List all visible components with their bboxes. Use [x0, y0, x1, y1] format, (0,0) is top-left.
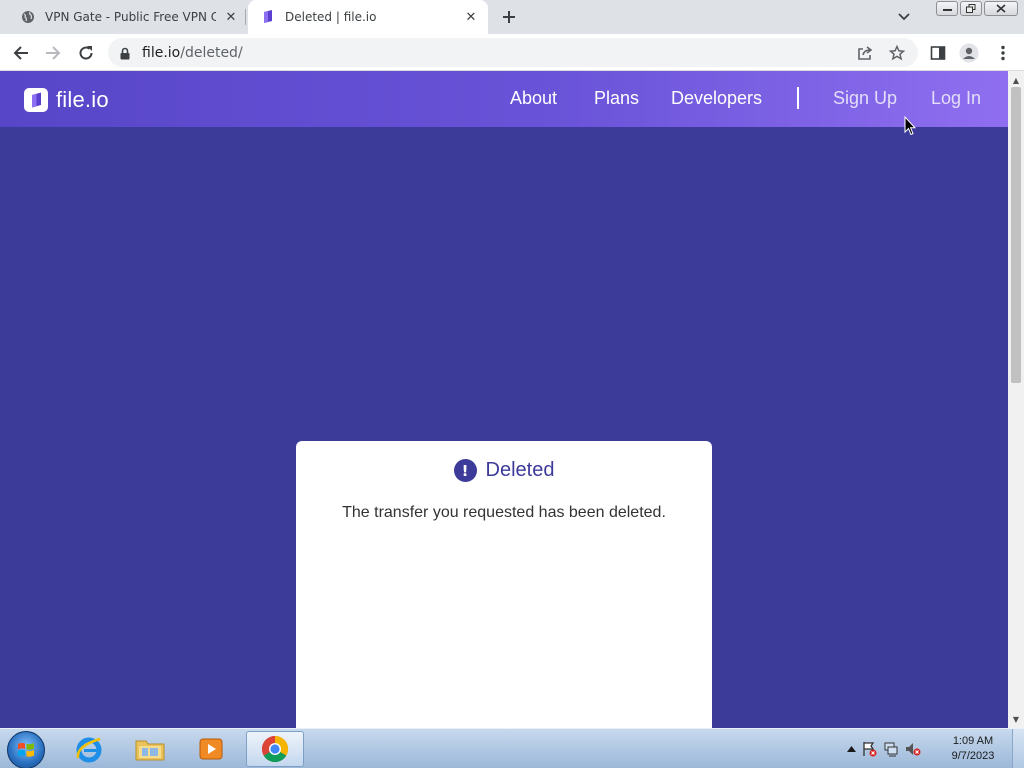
share-icon[interactable] — [856, 44, 874, 62]
close-tab-icon[interactable]: ✕ — [222, 8, 240, 26]
tab-fileio[interactable]: Deleted | file.io ✕ — [248, 0, 488, 34]
scroll-up-arrow-icon[interactable]: ▲ — [1008, 73, 1024, 87]
browser-toolbar: file.io/deleted/ — [0, 34, 1024, 71]
taskbar-media-player[interactable] — [182, 731, 240, 767]
window-controls — [936, 1, 1018, 16]
reload-icon[interactable] — [74, 41, 98, 65]
exclamation-alert-icon: ! — [453, 459, 477, 482]
action-center-flag-icon[interactable] — [858, 741, 880, 757]
url-text: file.io/deleted/ — [142, 45, 243, 61]
fileio-logo-icon — [24, 88, 48, 112]
tab-title: Deleted | file.io — [285, 10, 377, 24]
page-scrollbar[interactable]: ▲ ▼ — [1008, 71, 1024, 728]
tab-title: VPN Gate - Public Free VPN Clou — [45, 10, 216, 24]
logo-text: file.io — [56, 87, 109, 112]
nav-plans-link[interactable]: Plans — [594, 88, 639, 109]
lock-icon[interactable] — [120, 45, 130, 64]
nav-signup-link[interactable]: Sign Up — [833, 88, 897, 109]
chrome-icon — [261, 735, 289, 763]
card-message: The transfer you requested has been dele… — [342, 504, 666, 521]
url-path: /deleted/ — [180, 45, 243, 61]
tab-search-chevron-icon[interactable] — [894, 8, 914, 26]
page-viewport: file.io About Plans Developers Sign Up L… — [0, 71, 1008, 728]
close-window-button[interactable] — [984, 1, 1018, 16]
show-hidden-icons-chevron-icon[interactable] — [844, 746, 858, 752]
tab-separator — [245, 9, 246, 25]
start-button[interactable] — [7, 731, 45, 768]
globe-icon — [20, 9, 36, 25]
back-arrow-icon[interactable] — [9, 41, 33, 65]
profile-avatar-icon[interactable] — [957, 41, 981, 65]
clock-date: 9/7/2023 — [951, 750, 995, 762]
volume-muted-icon[interactable] — [902, 741, 924, 757]
deleted-card: ! Deleted The transfer you requested has… — [296, 441, 712, 728]
taskbar-file-explorer[interactable] — [121, 731, 179, 767]
scroll-thumb[interactable] — [1011, 87, 1021, 383]
site-header: file.io About Plans Developers Sign Up L… — [0, 71, 1008, 127]
taskbar-chrome[interactable] — [246, 731, 304, 767]
fileio-favicon-icon — [260, 9, 276, 25]
nav-login-link[interactable]: Log In — [931, 88, 981, 109]
folder-icon — [135, 740, 165, 761]
restore-button[interactable] — [960, 1, 982, 16]
tab-vpngate[interactable]: VPN Gate - Public Free VPN Clou ✕ — [12, 0, 244, 34]
minimize-button[interactable] — [936, 1, 958, 16]
bookmark-star-icon[interactable] — [888, 44, 906, 62]
clock-time: 1:09 AM — [952, 735, 994, 747]
new-tab-button[interactable] — [498, 6, 520, 28]
scroll-down-arrow-icon[interactable]: ▼ — [1008, 712, 1024, 726]
site-logo[interactable]: file.io — [24, 87, 109, 113]
system-tray — [844, 729, 924, 768]
mouse-pointer-icon — [904, 115, 917, 140]
taskbar: 1:09 AM 9/7/2023 — [0, 728, 1024, 768]
close-tab-icon[interactable]: ✕ — [462, 8, 480, 26]
taskbar-internet-explorer[interactable] — [60, 731, 118, 767]
card-header: ! Deleted — [296, 459, 712, 482]
show-desktop-button[interactable] — [1012, 729, 1024, 768]
url-host: file.io — [142, 45, 181, 61]
taskbar-clock[interactable]: 1:09 AM 9/7/2023 — [944, 734, 1002, 764]
nav-developers-link[interactable]: Developers — [671, 88, 762, 109]
forward-arrow-icon[interactable] — [41, 41, 65, 65]
network-icon[interactable] — [880, 741, 902, 757]
windows-logo-icon — [18, 742, 34, 757]
side-panel-icon[interactable] — [926, 41, 950, 65]
address-bar[interactable]: file.io/deleted/ — [108, 38, 918, 67]
nav-divider — [797, 87, 799, 109]
tab-strip: VPN Gate - Public Free VPN Clou ✕ Delete… — [0, 0, 1024, 34]
internet-explorer-icon — [76, 737, 102, 763]
menu-kebab-icon[interactable] — [991, 41, 1015, 65]
media-player-icon — [199, 738, 223, 760]
nav-about-link[interactable]: About — [510, 88, 557, 109]
card-title: Deleted — [485, 459, 555, 481]
